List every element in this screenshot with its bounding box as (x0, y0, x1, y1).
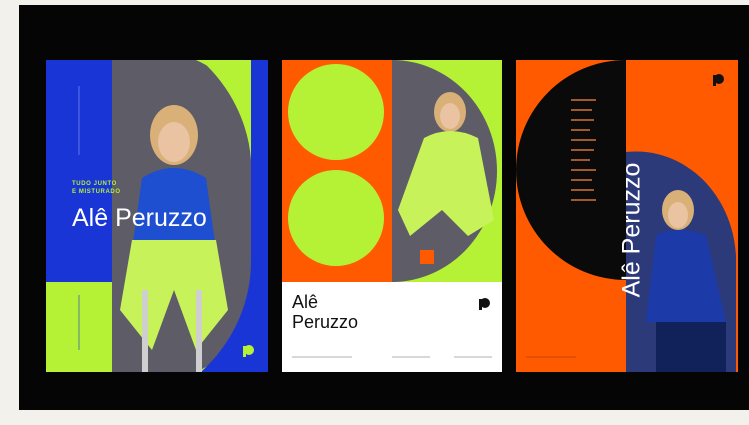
tagline-line-1: TUDO JUNTO (72, 181, 117, 187)
tagline-line-2: E MISTURADO (72, 189, 121, 195)
poster-white-name: Alê Peruzzo (292, 292, 358, 332)
name-line-1: Alê (292, 292, 319, 312)
poster-blue: TUDO JUNTO E MISTURADO Alê Peruzzo (46, 60, 268, 372)
tagline: TUDO JUNTO E MISTURADO (72, 180, 121, 196)
poster-blue-name: Alê Peruzzo (72, 204, 207, 232)
poster-orange-name: Alê Peruzzo (617, 162, 646, 298)
name-line-2: Peruzzo (292, 312, 359, 332)
poster-white: Alê Peruzzo (282, 60, 502, 372)
gallery-frame: TUDO JUNTO E MISTURADO Alê Peruzzo Alê P… (0, 0, 749, 425)
poster-orange: Alê Peruzzo (516, 60, 738, 372)
